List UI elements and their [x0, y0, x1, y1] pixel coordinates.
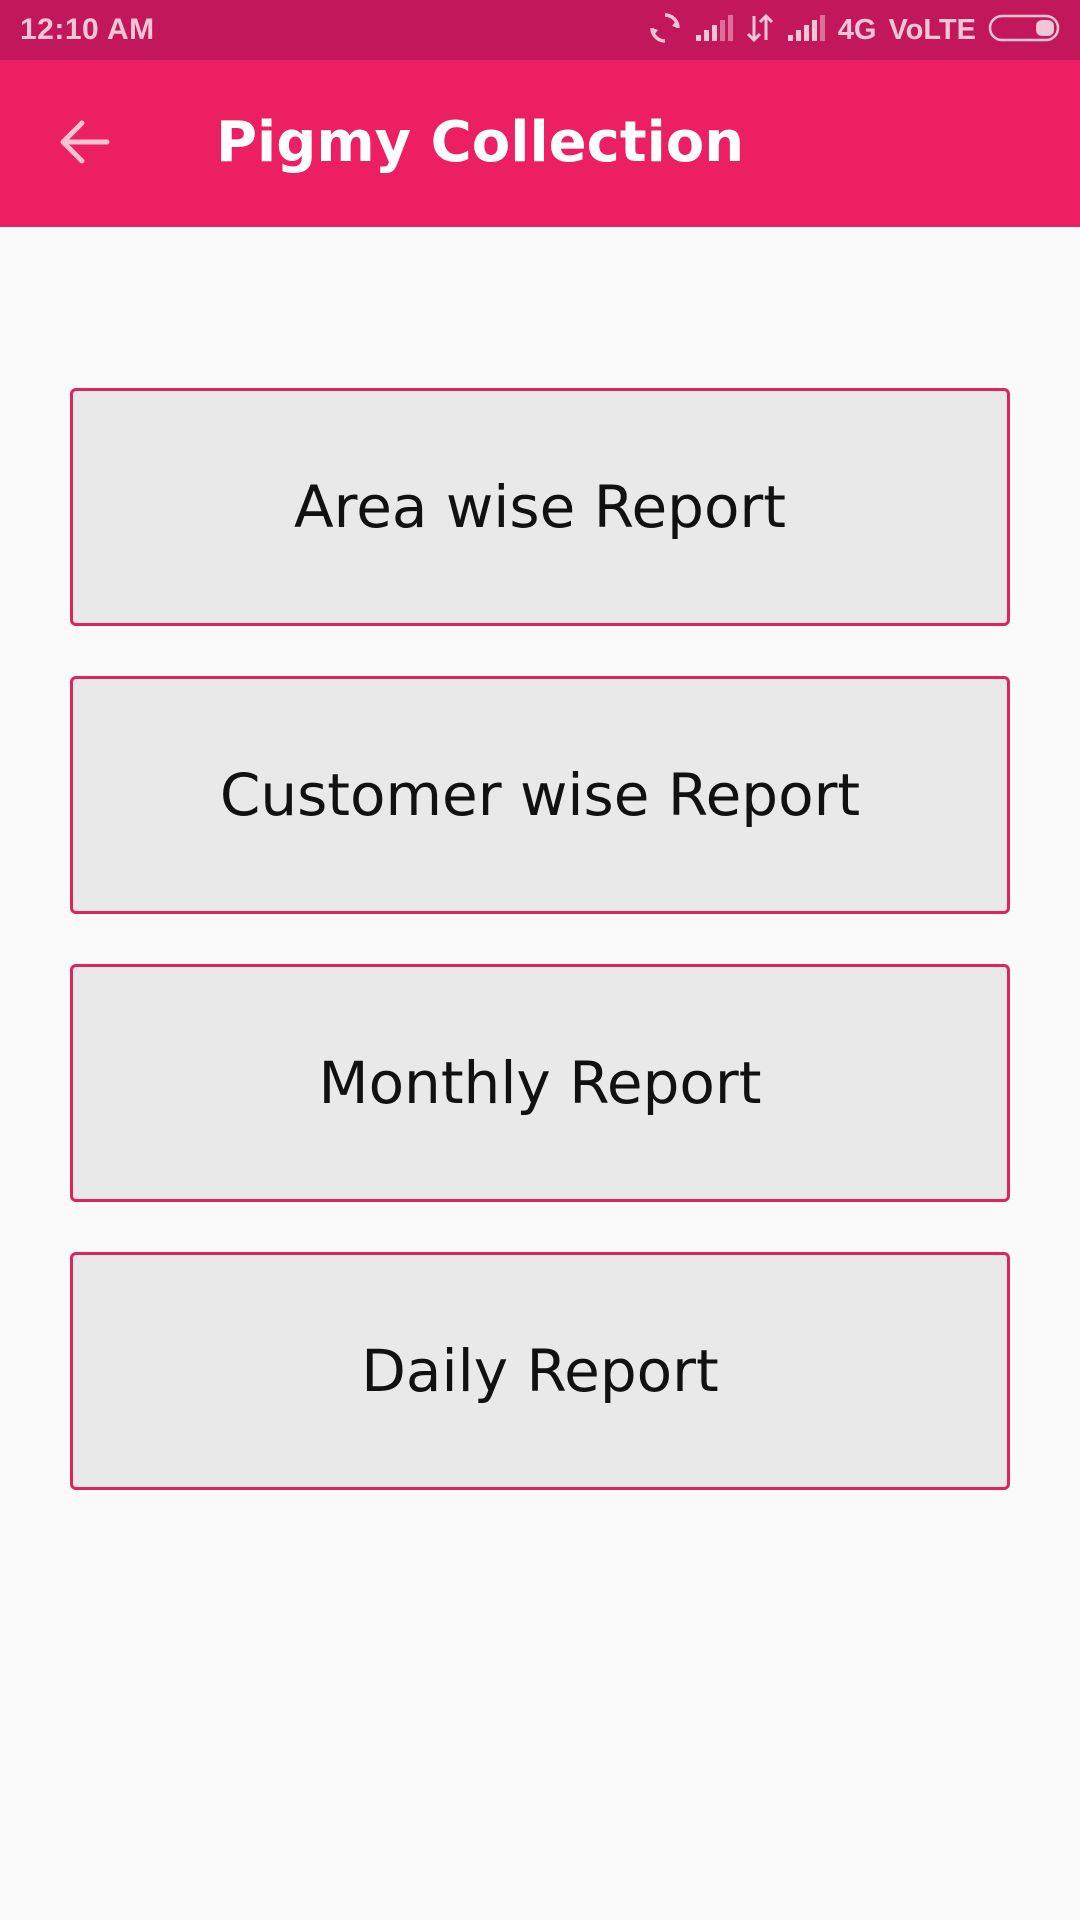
customer-wise-report-button[interactable]: Customer wise Report	[70, 676, 1010, 914]
signal-icon	[786, 13, 826, 47]
status-bar: 12:10 AM 4G VoLTE	[0, 0, 1080, 60]
area-wise-report-button[interactable]: Area wise Report	[70, 388, 1010, 626]
monthly-report-button[interactable]: Monthly Report	[70, 964, 1010, 1202]
app-bar: Pigmy Collection	[0, 60, 1080, 227]
data-transfer-icon	[746, 12, 774, 48]
report-list: Area wise Report Customer wise Report Mo…	[70, 388, 1010, 1540]
status-time: 12:10 AM	[20, 13, 155, 46]
monthly-report-label: Monthly Report	[318, 1049, 762, 1117]
customer-wise-report-label: Customer wise Report	[219, 761, 861, 829]
volte-label: VoLTE	[888, 13, 976, 46]
area-wise-report-label: Area wise Report	[293, 473, 787, 541]
page-title: Pigmy Collection	[216, 110, 745, 175]
sync-icon	[648, 11, 682, 49]
status-icons: 4G VoLTE	[648, 11, 1062, 49]
daily-report-label: Daily Report	[361, 1337, 719, 1405]
network-type: 4G	[837, 13, 877, 46]
arrow-left-icon	[57, 117, 111, 171]
daily-report-button[interactable]: Daily Report	[70, 1252, 1010, 1490]
back-button[interactable]	[40, 104, 128, 184]
signal-icon	[694, 13, 734, 47]
battery-icon	[988, 13, 1062, 47]
